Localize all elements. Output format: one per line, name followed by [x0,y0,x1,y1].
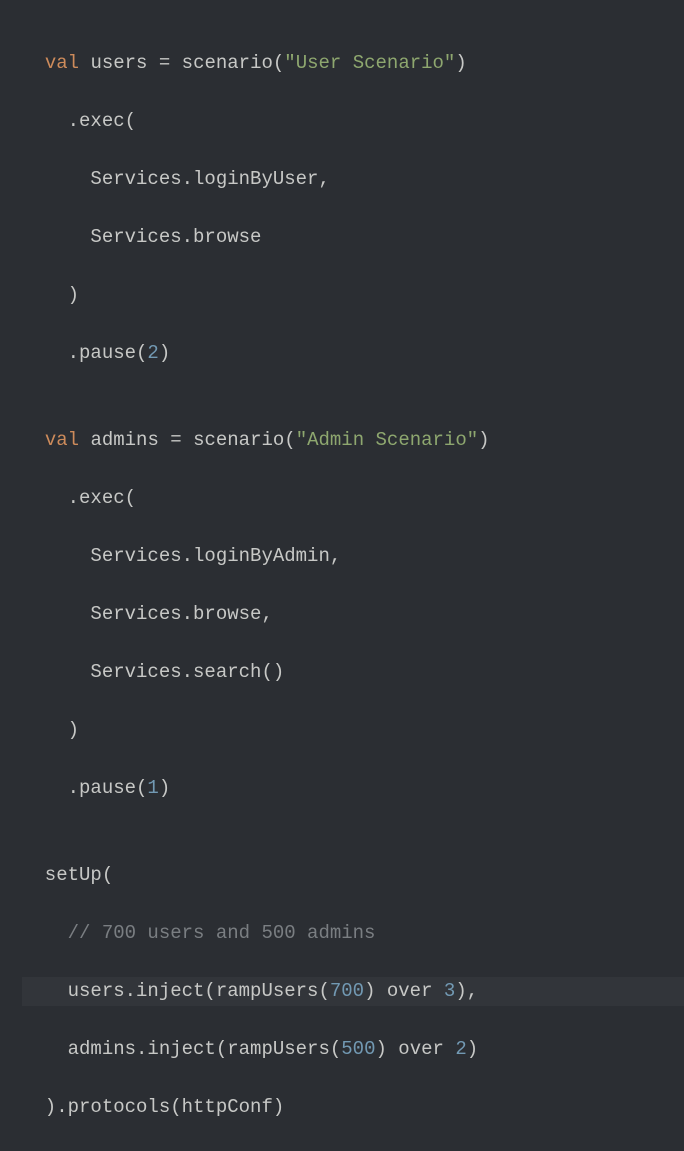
code-line: ).protocols(httpConf) [22,1093,684,1122]
code-line: .exec( [22,484,684,513]
code-line: Services.search() [22,658,684,687]
code-line: // 700 users and 500 admins [22,919,684,948]
comment: // 700 users and 500 admins [68,922,376,944]
code-line: Services.loginByUser, [22,165,684,194]
number-literal: 1 [147,777,158,799]
code-line: Services.browse, [22,600,684,629]
number-literal: 2 [147,342,158,364]
code-line: .exec( [22,107,684,136]
code-line-highlighted: users.inject(rampUsers(700) over 3), [22,977,684,1006]
code-line: ) [22,281,684,310]
code-line: .pause(2) [22,339,684,368]
code-line: admins.inject(rampUsers(500) over 2) [22,1035,684,1064]
code-line: ) [22,716,684,745]
code-line: setUp( [22,861,684,890]
number-literal: 500 [341,1038,375,1060]
keyword-val: val [45,429,79,451]
code-editor[interactable]: val users = scenario("User Scenario") .e… [0,20,684,1151]
number-literal: 700 [330,980,364,1002]
number-literal: 3 [444,980,455,1002]
keyword-val: val [45,52,79,74]
number-literal: 2 [455,1038,466,1060]
code-line: Services.loginByAdmin, [22,542,684,571]
string-literal: "User Scenario" [284,52,455,74]
code-line: val users = scenario("User Scenario") [22,49,684,78]
code-line: .pause(1) [22,774,684,803]
string-literal: "Admin Scenario" [296,429,478,451]
code-line: val admins = scenario("Admin Scenario") [22,426,684,455]
code-line: Services.browse [22,223,684,252]
